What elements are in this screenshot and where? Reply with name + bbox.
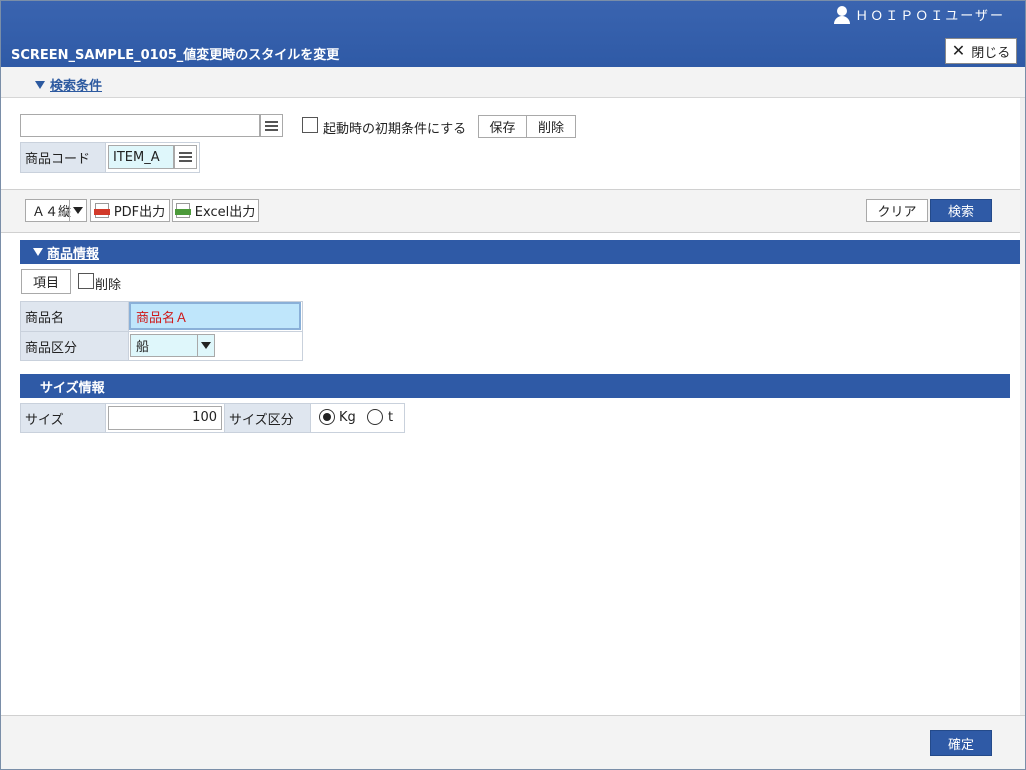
- product-info-section-header[interactable]: 商品情報: [20, 240, 1025, 264]
- product-category-select[interactable]: 船: [130, 334, 215, 357]
- product-name-label: 商品名: [20, 301, 129, 332]
- product-info-title: 商品情報: [47, 246, 100, 262]
- search-button[interactable]: 検索: [930, 199, 992, 222]
- page-title: SCREEN_SAMPLE_0105_値変更時のスタイルを変更: [11, 48, 340, 63]
- close-label: 閉じる: [971, 45, 1011, 61]
- close-button[interactable]: ✕ 閉じる: [945, 38, 1017, 64]
- pdf-export-button[interactable]: PDF出力: [90, 199, 170, 222]
- triangle-down-icon: [33, 248, 43, 256]
- delete-row-checkbox[interactable]: [78, 273, 94, 289]
- list-icon-line: [179, 156, 192, 158]
- item-button[interactable]: 項目: [21, 269, 71, 294]
- list-icon: [179, 152, 192, 154]
- size-info-section-header: サイズ情報: [20, 374, 1010, 398]
- excel-icon: [174, 203, 191, 218]
- footer-bar: [1, 715, 1025, 769]
- list-icon-line: [179, 160, 192, 162]
- product-code-input[interactable]: ITEM_A: [108, 145, 174, 169]
- header-bar: ＨＯＩＰＯＩユーザー SCREEN_SAMPLE_0105_値変更時のスタイルを…: [1, 1, 1025, 67]
- confirm-button[interactable]: 確定: [930, 730, 992, 756]
- product-name-input[interactable]: 商品名Ａ: [129, 302, 301, 330]
- chevron-down-icon: [69, 200, 86, 221]
- save-condition-button[interactable]: 保存: [478, 115, 527, 138]
- user-icon: [834, 5, 851, 24]
- product-category-value: 船: [136, 340, 150, 355]
- delete-row-label: 削除: [95, 278, 122, 293]
- product-category-label: 商品区分: [20, 331, 129, 361]
- pdf-icon: [93, 203, 110, 218]
- excel-export-label: Excel出力: [194, 205, 256, 220]
- size-unit-label: サイズ区分: [224, 403, 311, 433]
- unit-kg-label: Kg: [339, 410, 356, 425]
- user-name: ＨＯＩＰＯＩユーザー: [855, 9, 1005, 24]
- excel-export-button[interactable]: Excel出力: [172, 199, 259, 222]
- list-icon: [265, 120, 278, 123]
- pdf-export-label: PDF出力: [113, 205, 166, 220]
- app-window: ＨＯＩＰＯＩユーザー SCREEN_SAMPLE_0105_値変更時のスタイルを…: [0, 0, 1026, 770]
- delete-condition-button[interactable]: 削除: [526, 115, 576, 138]
- unit-radio-t[interactable]: [367, 409, 383, 425]
- startup-condition-checkbox[interactable]: [302, 117, 318, 133]
- search-condition-toggle[interactable]: 検索条件: [35, 75, 102, 94]
- unit-t-label: t: [388, 410, 394, 425]
- search-condition-label: 検索条件: [50, 79, 103, 94]
- vertical-scrollbar[interactable]: [1020, 98, 1025, 715]
- unit-radio-kg[interactable]: [319, 409, 335, 425]
- close-icon: ✕: [951, 41, 966, 60]
- condition-list-button[interactable]: [260, 114, 283, 137]
- size-label: サイズ: [20, 403, 106, 433]
- paper-size-value: Ａ４縦: [32, 205, 72, 220]
- user-menu[interactable]: ＨＯＩＰＯＩユーザー: [834, 5, 1005, 24]
- size-input[interactable]: 100: [108, 406, 222, 430]
- list-icon-line: [265, 128, 278, 131]
- paper-size-select[interactable]: Ａ４縦: [25, 199, 87, 222]
- size-info-title: サイズ情報: [40, 380, 105, 396]
- triangle-down-icon: [35, 81, 45, 89]
- startup-condition-label: 起動時の初期条件にする: [323, 122, 467, 137]
- list-icon-line: [265, 124, 278, 127]
- saved-condition-input[interactable]: [20, 114, 260, 137]
- search-condition-bar: 検索条件: [1, 67, 1025, 98]
- chevron-down-icon: [197, 335, 214, 356]
- product-code-list-button[interactable]: [174, 145, 197, 169]
- product-code-label: 商品コード: [20, 142, 106, 173]
- clear-button[interactable]: クリア: [866, 199, 928, 222]
